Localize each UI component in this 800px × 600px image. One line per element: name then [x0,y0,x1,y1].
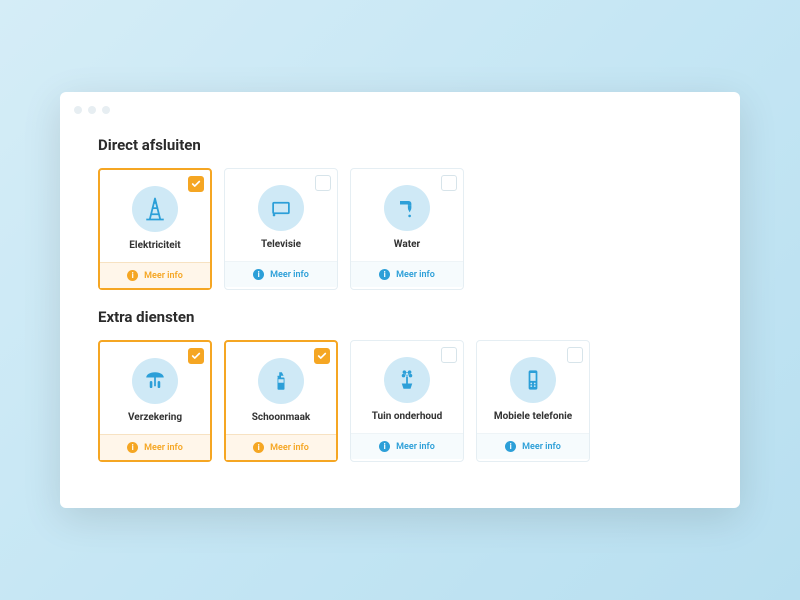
info-icon: i [379,441,390,452]
window-dot [74,106,82,114]
info-icon: i [379,269,390,280]
more-info-link[interactable]: i Meer info [225,261,337,287]
section-title-direct: Direct afsluiten [98,136,702,154]
card-label: Schoonmaak [252,412,311,424]
checkbox[interactable] [188,348,204,364]
window-dot [102,106,110,114]
more-info-text: Meer info [270,443,309,453]
service-card-mobiele-telefonie[interactable]: Mobiele telefonie i Meer info [476,340,590,462]
more-info-link[interactable]: i Meer info [100,262,210,288]
more-info-text: Meer info [396,442,435,452]
card-label: Mobiele telefonie [494,411,572,423]
insurance-icon [132,358,178,404]
more-info-text: Meer info [270,270,309,280]
info-icon: i [127,270,138,281]
electricity-icon [132,186,178,232]
info-icon: i [127,442,138,453]
garden-icon [384,357,430,403]
card-label: Verzekering [128,412,182,424]
water-icon [384,185,430,231]
section-title-extra: Extra diensten [98,308,702,326]
checkbox[interactable] [441,347,457,363]
checkbox[interactable] [315,175,331,191]
television-icon [258,185,304,231]
more-info-text: Meer info [522,442,561,452]
content-area: Direct afsluiten Elektriciteit i Meer in… [60,124,740,462]
service-card-televisie[interactable]: Televisie i Meer info [224,168,338,290]
card-row-direct: Elektriciteit i Meer info Televisie [98,168,702,290]
more-info-text: Meer info [396,270,435,280]
checkbox[interactable] [188,176,204,192]
checkbox[interactable] [567,347,583,363]
info-icon: i [505,441,516,452]
cleaning-icon [258,358,304,404]
more-info-link[interactable]: i Meer info [351,261,463,287]
service-card-verzekering[interactable]: Verzekering i Meer info [98,340,212,462]
more-info-link[interactable]: i Meer info [100,434,210,460]
more-info-link[interactable]: i Meer info [477,433,589,459]
card-label: Televisie [261,239,301,251]
more-info-text: Meer info [144,443,183,453]
card-row-extra: Verzekering i Meer info Schoonmaak [98,340,702,462]
window-dot [88,106,96,114]
more-info-text: Meer info [144,271,183,281]
checkbox[interactable] [314,348,330,364]
service-card-water[interactable]: Water i Meer info [350,168,464,290]
mobile-icon [510,357,556,403]
checkbox[interactable] [441,175,457,191]
service-card-elektriciteit[interactable]: Elektriciteit i Meer info [98,168,212,290]
card-label: Water [394,239,420,251]
more-info-link[interactable]: i Meer info [226,434,336,460]
card-label: Tuin onderhoud [372,411,443,423]
window-titlebar [60,106,740,124]
app-window: Direct afsluiten Elektriciteit i Meer in… [60,92,740,508]
more-info-link[interactable]: i Meer info [351,433,463,459]
service-card-tuin-onderhoud[interactable]: Tuin onderhoud i Meer info [350,340,464,462]
card-label: Elektriciteit [129,240,180,252]
info-icon: i [253,269,264,280]
info-icon: i [253,442,264,453]
service-card-schoonmaak[interactable]: Schoonmaak i Meer info [224,340,338,462]
